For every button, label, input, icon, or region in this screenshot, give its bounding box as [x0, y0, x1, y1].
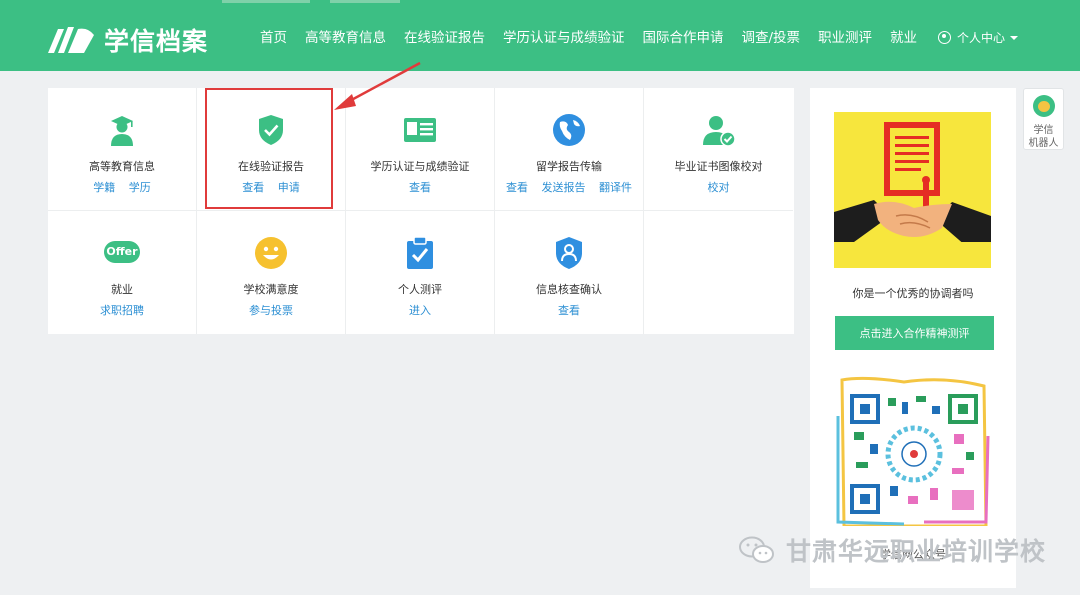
tile-links: 查看	[346, 179, 494, 195]
tile-title: 学校满意度	[243, 283, 299, 296]
nav-item-higher-education[interactable]: 高等教育信息	[305, 26, 386, 46]
tile-title: 信息核查确认	[536, 283, 602, 296]
tile-title: 个人测评	[398, 283, 442, 296]
tile-degree-certification[interactable]: 学历认证与成绩验证 查看	[346, 88, 495, 211]
wechat-watermark: 甘肃华远职业培训学校	[738, 532, 1046, 568]
link-job-search[interactable]: 求职招聘	[100, 304, 144, 317]
tile-title: 高等教育信息	[89, 160, 155, 173]
link-proofread[interactable]: 校对	[708, 181, 730, 194]
robot-label-line2: 机器人	[1028, 138, 1059, 149]
link-view[interactable]: 查看	[506, 181, 528, 194]
tile-title: 学历认证与成绩验证	[370, 160, 470, 173]
nav-item-career-test[interactable]: 职业测评	[818, 26, 872, 46]
highlight-box	[205, 88, 333, 209]
link-degree[interactable]: 学历	[129, 181, 151, 194]
nav-item-survey[interactable]: 调查/投票	[742, 26, 801, 46]
qr-code-image	[834, 376, 992, 528]
link-vote[interactable]: 参与投票	[249, 304, 293, 317]
tile-links: 查看	[495, 302, 643, 318]
book-logo-icon	[48, 27, 94, 53]
clipboard-check-icon	[407, 236, 433, 269]
qr-code-icon	[836, 376, 990, 528]
tile-title: 毕业证书图像校对	[674, 160, 763, 173]
smiley-icon	[255, 237, 287, 269]
nav-item-degree-certification[interactable]: 学历认证与成绩验证	[503, 26, 625, 46]
main-nav: 首页 高等教育信息 在线验证报告 学历认证与成绩验证 国际合作申请 调查/投票 …	[260, 0, 935, 71]
teamwork-test-button[interactable]: 点击进入合作精神测评	[835, 316, 994, 350]
id-card-icon	[404, 118, 436, 142]
chat-robot-widget[interactable]: 学信 机器人	[1023, 88, 1064, 150]
watermark-text: 甘肃华远职业培训学校	[786, 537, 1047, 566]
user-center-label: 个人中心	[957, 31, 1006, 45]
tile-links: 进入	[346, 302, 494, 318]
globe-icon	[553, 114, 585, 146]
tile-empty	[644, 211, 793, 334]
graduate-icon	[111, 116, 133, 146]
user-center-menu[interactable]: 个人中心	[938, 29, 1019, 46]
tile-links: 查看 发送报告 翻译件	[495, 179, 643, 195]
link-enter[interactable]: 进入	[409, 304, 431, 317]
user-check-icon	[702, 116, 736, 147]
link-student-status[interactable]: 学籍	[93, 181, 115, 194]
tile-links: 学籍 学历	[48, 179, 196, 195]
nav-item-international[interactable]: 国际合作申请	[643, 26, 724, 46]
chevron-down-icon	[1010, 35, 1019, 40]
link-translation[interactable]: 翻译件	[599, 181, 632, 194]
handshake-illustration	[834, 122, 991, 268]
top-nav-bar: 学信档案 首页 高等教育信息 在线验证报告 学历认证与成绩验证 国际合作申请 调…	[0, 0, 1080, 71]
user-shield-icon	[556, 237, 582, 269]
tile-links: 校对	[644, 179, 793, 195]
tile-employment[interactable]: Offer 就业 求职招聘	[48, 211, 197, 334]
handshake-banner-image[interactable]	[834, 112, 991, 268]
nav-item-online-verification[interactable]: 在线验证报告	[404, 26, 485, 46]
service-grid: 高等教育信息 学籍 学历 在线验证报告 查看 申请 学历认证与成绩验证 查看 留…	[48, 88, 794, 334]
tile-personal-assessment[interactable]: 个人测评 进入	[346, 211, 495, 334]
nav-item-home[interactable]: 首页	[260, 26, 287, 46]
right-sidebar: 你是一个优秀的协调者吗 点击进入合作精神测评 学信网公众号	[810, 88, 1016, 588]
user-icon	[938, 31, 951, 44]
nav-item-employment[interactable]: 就业	[890, 26, 917, 46]
logo-text: 学信档案	[104, 27, 209, 56]
link-view[interactable]: 查看	[409, 181, 431, 194]
tile-certificate-proofread[interactable]: 毕业证书图像校对 校对	[644, 88, 793, 211]
tile-links: 参与投票	[197, 302, 345, 318]
link-send-report[interactable]: 发送报告	[542, 181, 586, 194]
link-view[interactable]: 查看	[558, 304, 580, 317]
tile-school-satisfaction[interactable]: 学校满意度 参与投票	[197, 211, 346, 334]
tile-title: 就业	[111, 283, 133, 296]
tile-higher-education[interactable]: 高等教育信息 学籍 学历	[48, 88, 197, 211]
site-logo[interactable]: 学信档案	[46, 22, 208, 58]
offer-badge: Offer	[104, 241, 140, 263]
tile-title: 留学报告传输	[536, 160, 602, 173]
tile-study-abroad-report[interactable]: 留学报告传输 查看 发送报告 翻译件	[495, 88, 644, 211]
sidebar-caption: 你是一个优秀的协调者吗	[852, 287, 974, 300]
tile-info-verification[interactable]: 信息核查确认 查看	[495, 211, 644, 334]
tile-links: 求职招聘	[48, 302, 196, 318]
offer-icon: Offer	[104, 241, 140, 265]
wechat-icon	[739, 536, 774, 563]
robot-avatar-icon	[1033, 95, 1055, 117]
